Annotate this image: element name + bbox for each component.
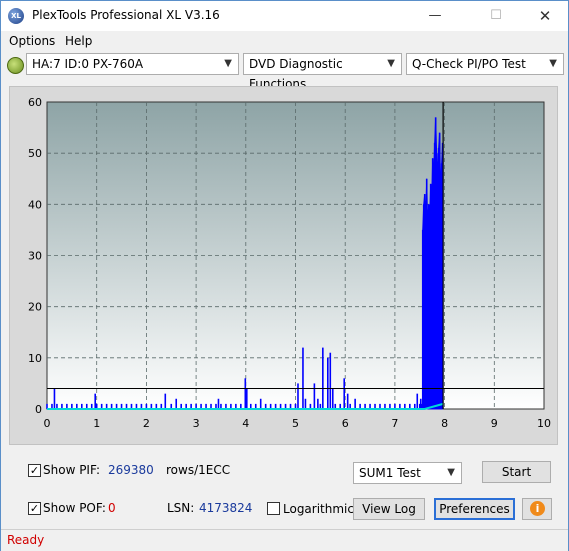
pif-value: 269380 bbox=[108, 463, 154, 477]
drive-select-value: HA:7 ID:0 PX-760A bbox=[32, 57, 144, 71]
y-tick-label: 60 bbox=[28, 96, 42, 109]
x-tick-label: 7 bbox=[391, 417, 398, 430]
test-select[interactable]: Q-Check PI/PO Test ▼ bbox=[406, 53, 564, 75]
y-tick-label: 10 bbox=[28, 352, 42, 365]
toolbar: HA:7 ID:0 PX-760A ▼ DVD Diagnostic Funct… bbox=[1, 53, 568, 91]
drive-icon bbox=[7, 57, 24, 74]
status-bar: Ready bbox=[1, 529, 568, 551]
lsn-label: LSN: bbox=[167, 501, 195, 515]
chevron-down-icon: ▼ bbox=[224, 58, 232, 69]
window-title: PlexTools Professional XL V3.16 bbox=[32, 8, 220, 22]
test-mode-value: SUM1 Test bbox=[359, 466, 421, 480]
chart-panel: 0 10 20 30 40 50 60 0 1 2 3 4 5 6 7 8 9 10 bbox=[9, 86, 558, 445]
view-log-button[interactable]: View Log bbox=[353, 498, 425, 520]
x-tick-label: 0 bbox=[44, 417, 51, 430]
show-pof-label: Show POF: bbox=[43, 501, 106, 515]
menu-help[interactable]: Help bbox=[65, 34, 92, 48]
title-bar[interactable]: XL PlexTools Professional XL V3.16 — ☐ ✕ bbox=[1, 1, 568, 31]
app-window: XL PlexTools Professional XL V3.16 — ☐ ✕… bbox=[0, 0, 569, 551]
chevron-down-icon: ▼ bbox=[447, 467, 455, 478]
y-tick-label: 0 bbox=[35, 403, 42, 416]
controls-panel: ✓ Show PIF: 269380 rows/1ECC SUM1 Test ▼… bbox=[9, 453, 558, 525]
y-tick-label: 40 bbox=[28, 198, 42, 211]
info-button[interactable]: i bbox=[522, 498, 552, 520]
show-pif-label: Show PIF: bbox=[43, 463, 100, 477]
app-icon: XL bbox=[8, 8, 24, 24]
close-button[interactable]: ✕ bbox=[522, 1, 568, 31]
x-tick-label: 1 bbox=[93, 417, 100, 430]
x-tick-label: 6 bbox=[342, 417, 349, 430]
function-select[interactable]: DVD Diagnostic Functions ▼ bbox=[243, 53, 402, 91]
test-mode-select[interactable]: SUM1 Test ▼ bbox=[353, 462, 462, 484]
y-tick-label: 30 bbox=[28, 250, 42, 263]
pof-value: 0 bbox=[108, 501, 116, 515]
x-tick-label: 10 bbox=[537, 417, 551, 430]
start-button[interactable]: Start bbox=[482, 461, 551, 483]
x-tick-label: 9 bbox=[491, 417, 498, 430]
menu-options[interactable]: Options bbox=[9, 34, 55, 48]
chevron-down-icon: ▼ bbox=[387, 58, 395, 69]
y-tick-label: 20 bbox=[28, 301, 42, 314]
menu-bar: Options Help bbox=[1, 31, 568, 51]
x-tick-label: 2 bbox=[143, 417, 150, 430]
x-tick-label: 3 bbox=[193, 417, 200, 430]
chevron-down-icon: ▼ bbox=[549, 58, 557, 69]
pi-po-chart: 0 10 20 30 40 50 60 0 1 2 3 4 5 6 7 8 9 10 bbox=[28, 96, 551, 430]
logarithmic-label: Logarithmic bbox=[283, 502, 354, 516]
status-text: Ready bbox=[7, 533, 45, 547]
x-tick-label: 4 bbox=[242, 417, 249, 430]
minimize-button[interactable]: — bbox=[412, 1, 458, 31]
info-icon: i bbox=[530, 501, 545, 516]
pif-unit: rows/1ECC bbox=[166, 463, 231, 477]
test-select-value: Q-Check PI/PO Test bbox=[412, 57, 526, 71]
lsn-value: 4173824 bbox=[199, 501, 253, 515]
drive-select[interactable]: HA:7 ID:0 PX-760A ▼ bbox=[26, 53, 239, 75]
show-pif-checkbox[interactable]: ✓ bbox=[28, 464, 41, 477]
preferences-button[interactable]: Preferences bbox=[434, 498, 515, 520]
logarithmic-checkbox[interactable] bbox=[267, 502, 280, 515]
maximize-button[interactable]: ☐ bbox=[473, 1, 519, 31]
x-tick-label: 8 bbox=[441, 417, 448, 430]
x-tick-label: 5 bbox=[292, 417, 299, 430]
show-pof-checkbox[interactable]: ✓ bbox=[28, 502, 41, 515]
y-tick-label: 50 bbox=[28, 147, 42, 160]
